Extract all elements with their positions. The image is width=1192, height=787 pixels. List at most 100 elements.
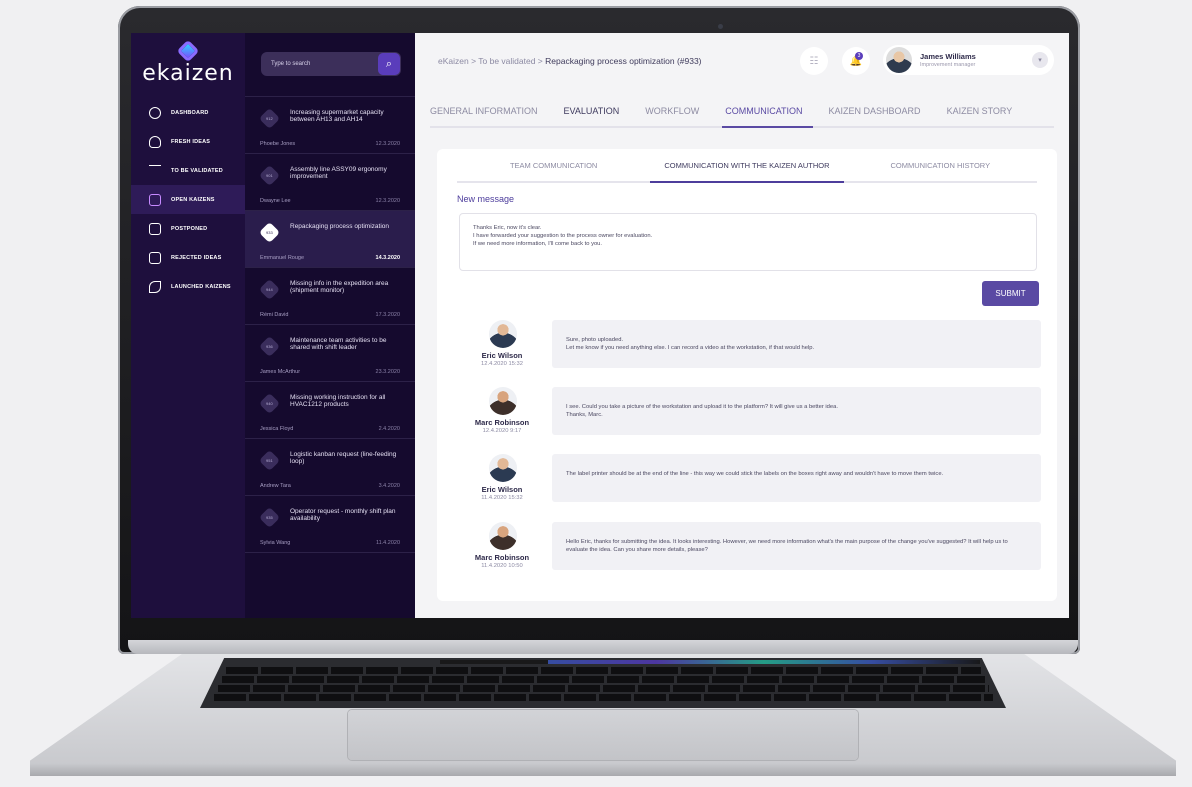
nav-label: OPEN KAIZENS (171, 196, 215, 203)
idea-card[interactable]: 901 Assembly line ASSY09 ergonomy improve… (245, 154, 415, 211)
nav-item-fresh-ideas[interactable]: FRESH IDEAS (131, 127, 245, 156)
idea-card[interactable]: 940 Missing working instruction for all H… (245, 382, 415, 439)
nav-item-to-be-validated[interactable]: TO BE VALIDATED (131, 156, 245, 185)
nav-label: POSTPONED (171, 225, 208, 232)
keyboard (200, 658, 1006, 708)
submit-button[interactable]: SUBMIT (982, 281, 1039, 306)
tab-communication[interactable]: COMMUNICATION (722, 100, 813, 128)
avatar (489, 522, 517, 550)
nav-label: TO BE VALIDATED (171, 167, 223, 174)
idea-author: James McArthur (260, 369, 301, 375)
message-time: 11.4.2020 10:50 (481, 563, 523, 569)
tab-kaizen-story[interactable]: KAIZEN STORY (947, 100, 1013, 126)
breadcrumb-current: Repackaging process optimization (#933) (545, 56, 702, 66)
idea-date: 12.3.2020 (375, 198, 400, 204)
subtab-communication-with-author[interactable]: COMMUNICATION WITH THE KAIZEN AUTHOR (650, 149, 844, 183)
tab-evaluation[interactable]: EVALUATION (564, 100, 620, 126)
top-bar: eKaizen > To be validated > Repackaging … (415, 33, 1069, 89)
message-time: 12.4.2020 9:17 (482, 428, 522, 434)
search-icon[interactable]: ⌕ (378, 53, 400, 75)
idea-number: 936 (266, 344, 273, 349)
notification-badge: 3 (855, 52, 863, 60)
message-author: Marc Robinson (474, 418, 530, 427)
chevron-down-icon[interactable]: ▾ (1032, 52, 1048, 68)
tab-general-information[interactable]: GENERAL INFORMATION (430, 100, 538, 126)
idea-number: 944 (266, 287, 273, 292)
subtab-communication-history[interactable]: COMMUNICATION HISTORY (844, 149, 1037, 181)
idea-card-selected[interactable]: 933 Repackaging process optimization Emman… (245, 211, 415, 268)
idea-number-badge: 901 (258, 164, 281, 187)
idea-title: Increasing supermarket capacity between … (290, 109, 384, 123)
breadcrumb[interactable]: eKaizen > To be validated > Repackaging … (438, 56, 702, 66)
idea-author: Jessica Floyd (260, 426, 294, 432)
key-row (226, 667, 981, 674)
idea-title: Operator request - monthly shift plan av… (290, 508, 396, 522)
idea-date: 23.3.2020 (375, 369, 400, 375)
idea-number: 935 (266, 515, 273, 520)
idea-title: Logistic kanban request (line-feeding lo… (290, 451, 397, 465)
laptop-hinge (128, 640, 1078, 654)
idea-card[interactable]: 944 Missing info in the expedition area (… (245, 268, 415, 325)
bulb-icon (149, 135, 161, 148)
logo-icon (176, 39, 200, 63)
communication-panel: TEAM COMMUNICATION COMMUNICATION WITH TH… (437, 149, 1057, 601)
idea-number-badge: 936 (258, 335, 281, 358)
nav-label: REJECTED IDEAS (171, 254, 222, 261)
breadcrumb-path[interactable]: eKaizen > To be validated > (438, 56, 545, 66)
idea-date: 14.3.2020 (375, 255, 400, 261)
camera-icon (718, 24, 723, 29)
nav-list: DASHBOARD FRESH IDEAS TO BE VALIDATED OP… (131, 98, 245, 301)
clipboard-icon (149, 193, 161, 206)
tab-kaizen-dashboard[interactable]: KAIZEN DASHBOARD (829, 100, 921, 126)
message-item: Marc Robinson 11.4.2020 10:50 Hello Eric… (457, 522, 1047, 572)
idea-number-badge: 940 (258, 392, 281, 415)
idea-list: 912 Increasing supermarket capacity betwe… (245, 96, 415, 553)
nav-item-dashboard[interactable]: DASHBOARD (131, 98, 245, 127)
idea-number-badge: 944 (258, 278, 281, 301)
sub-tabs: TEAM COMMUNICATION COMMUNICATION WITH TH… (457, 149, 1037, 183)
logo[interactable]: ekaizen (131, 33, 245, 86)
avatar (886, 47, 912, 73)
idea-title: Missing working instruction for all HVAC… (290, 394, 386, 408)
subtab-team-communication[interactable]: TEAM COMMUNICATION (457, 149, 650, 181)
nav-label: FRESH IDEAS (171, 138, 211, 145)
idea-number: 940 (266, 401, 273, 406)
key-row (222, 676, 985, 683)
logo-text: ekaizen (142, 61, 234, 86)
dashboard-icon (149, 106, 161, 119)
nav-label: DASHBOARD (171, 109, 209, 116)
idea-number: 951 (266, 458, 273, 463)
message-author: Marc Robinson (474, 553, 530, 562)
org-chart-icon[interactable]: ☷ (800, 47, 828, 75)
idea-title: Missing info in the expedition area (shi… (290, 280, 389, 294)
reject-icon (149, 251, 161, 264)
nav-item-open-kaizens[interactable]: OPEN KAIZENS (131, 185, 245, 214)
idea-number-badge: 951 (258, 449, 281, 472)
nav-item-rejected-ideas[interactable]: REJECTED IDEAS (131, 243, 245, 272)
idea-card[interactable]: 912 Increasing supermarket capacity betwe… (245, 97, 415, 154)
message-item: Eric Wilson 12.4.2020 15:32 Sure, photo … (457, 320, 1047, 370)
idea-date: 17.3.2020 (375, 312, 400, 318)
idea-card[interactable]: 935 Operator request - monthly shift plan… (245, 496, 415, 553)
idea-card[interactable]: 951 Logistic kanban request (line-feeding… (245, 439, 415, 496)
nav-item-launched-kaizens[interactable]: LAUNCHED KAIZENS (131, 272, 245, 301)
message-time: 11.4.2020 15:32 (481, 495, 523, 501)
avatar (489, 320, 517, 348)
idea-date: 2.4.2020 (378, 426, 400, 432)
notification-bell-icon[interactable]: 🔔 3 (842, 47, 870, 75)
idea-title: Repackaging process optimization (290, 223, 389, 230)
idea-card[interactable]: 936 Maintenance team activities to be sha… (245, 325, 415, 382)
key-row (214, 694, 993, 701)
app-screen: ekaizen DASHBOARD FRESH IDEAS TO BE VALI… (131, 33, 1069, 618)
search-box[interactable]: Type to search ⌕ (261, 52, 401, 76)
search-input[interactable]: Type to search (261, 61, 310, 67)
idea-author: Rémi David (260, 312, 289, 318)
rocket-icon (149, 280, 161, 293)
nav-item-postponed[interactable]: POSTPONED (131, 214, 245, 243)
message-textarea[interactable]: Thanks Eric, now it's clear. I have forw… (459, 213, 1037, 271)
idea-list-panel: Type to search ⌕ 912 Increasing supermark… (245, 33, 415, 618)
message-time: 12.4.2020 15:32 (481, 361, 523, 367)
idea-author: Phoebe Jones (260, 141, 296, 147)
tab-workflow[interactable]: WORKFLOW (645, 100, 699, 126)
user-menu[interactable]: James Williams Improvement manager ▾ (883, 45, 1054, 75)
